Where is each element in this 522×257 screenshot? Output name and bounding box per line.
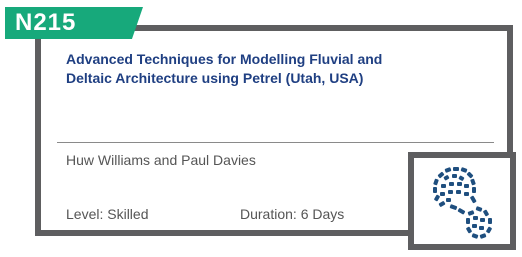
course-title: Advanced Techniques for Modelling Fluvia… [66,50,486,88]
course-code-badge: N215 [5,7,143,39]
course-title-line-1: Advanced Techniques for Modelling Fluvia… [66,51,383,67]
course-title-line-2: Deltaic Architecture using Petrel (Utah,… [66,70,364,86]
course-authors: Huw Williams and Paul Davies [66,152,256,168]
boot-print-icon [433,167,492,239]
divider [57,142,494,143]
course-level: Level: Skilled [66,206,149,222]
course-duration: Duration: 6 Days [240,206,345,222]
field-trip-icon-box [408,152,516,250]
